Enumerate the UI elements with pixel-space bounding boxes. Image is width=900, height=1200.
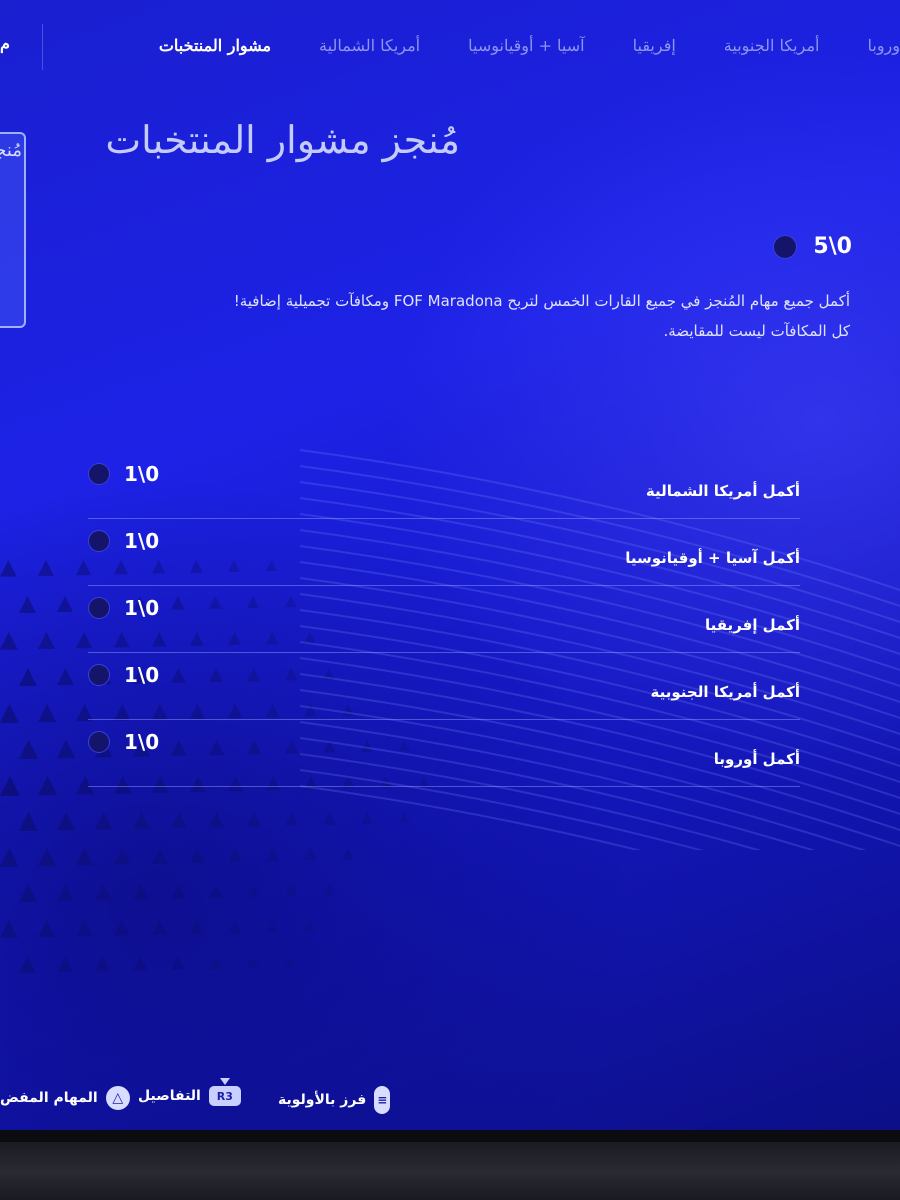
tab-north-america[interactable]: أمريكا الشمالية xyxy=(295,36,444,55)
task-status-dot-icon xyxy=(88,731,110,753)
tab-asia-oceania[interactable]: آسيا + أوقيانوسيا xyxy=(444,36,608,55)
overall-progress: 5\0 xyxy=(773,234,852,259)
task-progress: 1\0 xyxy=(88,596,159,620)
tab-divider xyxy=(42,24,43,70)
task-progress: 1\0 xyxy=(88,462,159,486)
task-status-dot-icon xyxy=(88,463,110,485)
side-card-label: مُنجز xyxy=(0,140,22,161)
tab-europe[interactable]: وروبا xyxy=(843,36,900,55)
task-progress: 1\0 xyxy=(88,663,159,687)
task-status-dot-icon xyxy=(88,664,110,686)
options-button-icon: ≡ xyxy=(374,1086,391,1114)
task-progress-count: 1\0 xyxy=(124,596,160,620)
tab-edge-partial[interactable]: م xyxy=(0,34,10,53)
game-screen: وروبا أمريكا الجنوبية إفريقيا آسيا + أوق… xyxy=(0,0,900,1130)
progress-dot-icon xyxy=(773,234,798,259)
task-label: أكمل آسيا + أوقيانوسيا xyxy=(625,549,800,567)
hint-missions-label: المهام المفض xyxy=(0,1090,98,1106)
task-status-dot-icon xyxy=(88,597,110,619)
monitor-bezel-edge xyxy=(0,1130,900,1142)
task-row-south-america[interactable]: أكمل أمريكا الجنوبية 1\0 xyxy=(88,653,800,720)
tab-africa[interactable]: إفريقيا xyxy=(609,36,700,55)
continent-tabs: وروبا أمريكا الجنوبية إفريقيا آسيا + أوق… xyxy=(0,20,900,70)
hint-details-label: التفاصيل xyxy=(138,1088,201,1104)
task-progress-count: 1\0 xyxy=(124,462,160,486)
description-line-1: أكمل جميع مهام المُنجز في جميع القارات ا… xyxy=(233,292,850,310)
task-list: أكمل أمريكا الشمالية 1\0 أكمل آسيا + أوق… xyxy=(88,452,800,787)
triangle-button-icon: △ xyxy=(105,1086,130,1110)
tab-south-america[interactable]: أمريكا الجنوبية xyxy=(700,36,844,55)
task-row-europe[interactable]: أكمل أوروبا 1\0 xyxy=(88,720,800,787)
task-label: أكمل أوروبا xyxy=(713,750,800,768)
hint-sort-label: فرز بالأولوية xyxy=(278,1092,367,1108)
task-row-asia-oceania[interactable]: أكمل آسيا + أوقيانوسيا 1\0 xyxy=(88,519,800,586)
description-line-2: كل المكافآت ليست للمقايضة. xyxy=(663,322,851,340)
task-status-dot-icon xyxy=(88,530,110,552)
r3-button-icon: R3 xyxy=(208,1078,241,1106)
task-progress-count: 1\0 xyxy=(124,663,160,687)
task-label: أكمل أمريكا الشمالية xyxy=(645,482,800,500)
tab-national-teams-journey[interactable]: مشوار المنتخبات xyxy=(135,36,295,55)
task-progress: 1\0 xyxy=(88,529,159,553)
objective-description: أكمل جميع مهام المُنجز في جميع القارات ا… xyxy=(150,286,850,346)
side-objective-card[interactable] xyxy=(0,132,26,328)
hint-details[interactable]: R3 التفاصيل xyxy=(138,1078,241,1106)
task-label: أكمل أمريكا الجنوبية xyxy=(650,683,800,701)
page-title: مُنجز مشوار المنتخبات xyxy=(105,118,460,162)
task-row-north-america[interactable]: أكمل أمريكا الشمالية 1\0 xyxy=(88,452,800,519)
hint-sort[interactable]: ≡ فرز بالأولوية xyxy=(278,1086,391,1114)
task-progress-count: 1\0 xyxy=(124,730,160,754)
task-label: أكمل إفريقيا xyxy=(704,616,800,634)
hint-missions[interactable]: △ المهام المفض xyxy=(0,1086,130,1110)
task-row-africa[interactable]: أكمل إفريقيا 1\0 xyxy=(88,586,800,653)
overall-progress-count: 5\0 xyxy=(813,234,852,259)
task-progress: 1\0 xyxy=(88,730,159,754)
task-progress-count: 1\0 xyxy=(124,529,160,553)
controller-hints: △ المهام المفض R3 التفاصيل ≡ فرز بالأولو… xyxy=(0,1078,900,1120)
